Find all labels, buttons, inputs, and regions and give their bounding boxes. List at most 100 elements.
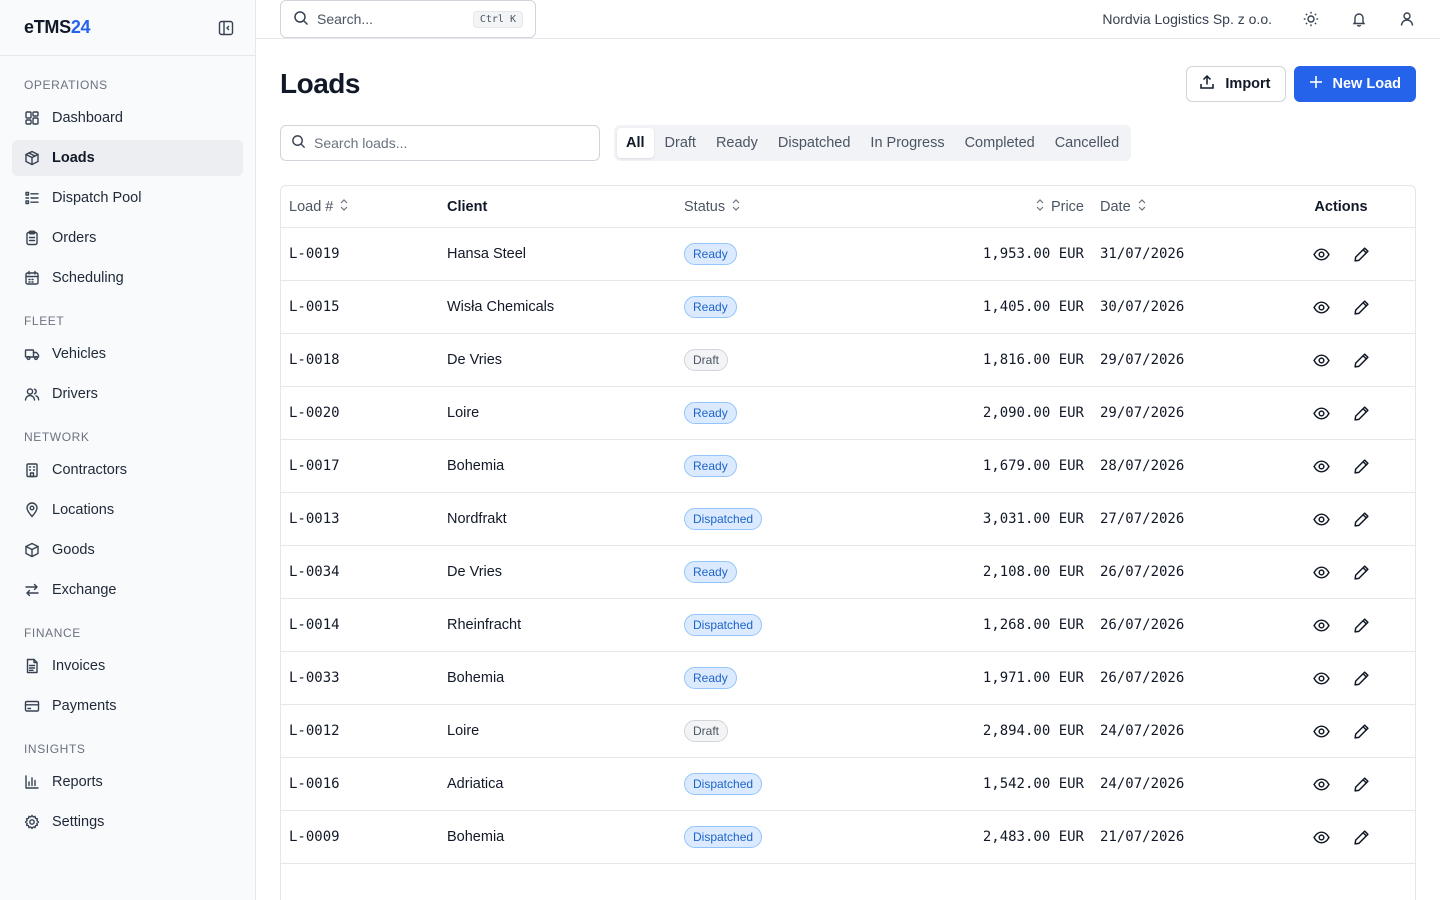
sidebar-item-invoices[interactable]: Invoices <box>12 648 243 684</box>
pencil-icon[interactable] <box>1352 616 1370 634</box>
tab-in-progress[interactable]: In Progress <box>861 128 953 158</box>
status-cell: Ready <box>676 402 866 424</box>
sidebar-section-title: FLEET <box>24 314 65 328</box>
sidebar-item-drivers[interactable]: Drivers <box>12 376 243 412</box>
table-row[interactable]: L-0009 Bohemia Dispatched 2,483.00 EUR 21/07… <box>281 811 1415 864</box>
table-row[interactable]: L-0014 Rheinfracht Dispatched 1,268.00 EUR 2… <box>281 599 1415 652</box>
eye-icon[interactable] <box>1312 404 1330 422</box>
load-column-header[interactable]: Load # <box>281 198 439 216</box>
table-row[interactable]: L-0016 Adriatica Dispatched 1,542.00 EUR 24/… <box>281 758 1415 811</box>
date-column-header[interactable]: Date <box>1100 198 1275 216</box>
eye-icon[interactable] <box>1312 828 1330 846</box>
sidebar-section-title: NETWORK <box>24 430 90 444</box>
pencil-icon[interactable] <box>1352 510 1370 528</box>
eye-icon[interactable] <box>1312 298 1330 316</box>
pencil-icon[interactable] <box>1352 245 1370 263</box>
sidebar-item-locations[interactable]: Locations <box>12 492 243 528</box>
price: 1,971.00 EUR <box>982 670 1084 686</box>
eye-icon[interactable] <box>1312 457 1330 475</box>
tab-cancelled[interactable]: Cancelled <box>1046 128 1129 158</box>
sidebar-item-label: Locations <box>52 502 115 518</box>
sidebar-item-goods[interactable]: Goods <box>12 532 243 568</box>
client-name: Loire <box>447 723 480 739</box>
tab-draft[interactable]: Draft <box>656 128 705 158</box>
load-id: L-0019 <box>289 246 340 262</box>
eye-icon[interactable] <box>1312 510 1330 528</box>
sidebar-item-loads[interactable]: Loads <box>12 140 243 176</box>
sort-icon <box>1137 198 1147 216</box>
company-name[interactable]: Nordvia Logistics Sp. z o.o. <box>1102 11 1272 27</box>
pencil-icon[interactable] <box>1352 298 1370 316</box>
eye-icon[interactable] <box>1312 351 1330 369</box>
table-row[interactable]: L-0015 Wisła Chemicals Ready 1,405.00 EUR 30… <box>281 281 1415 334</box>
status-badge: Ready <box>684 667 737 689</box>
sidebar-item-dispatch-pool[interactable]: Dispatch Pool <box>12 180 243 216</box>
eye-icon[interactable] <box>1312 722 1330 740</box>
price-column-header[interactable]: Price <box>866 198 1100 216</box>
table-row[interactable]: L-0020 Loire Ready 2,090.00 EUR 29/07/2026 <box>281 387 1415 440</box>
tab-all[interactable]: All <box>617 128 654 158</box>
table-row[interactable]: L-0017 Bohemia Ready 1,679.00 EUR 28/07/2026 <box>281 440 1415 493</box>
sun-icon[interactable] <box>1302 10 1320 28</box>
status-column-header[interactable]: Status <box>676 198 866 216</box>
eye-icon[interactable] <box>1312 563 1330 581</box>
table-row[interactable]: L-0013 Nordfrakt Dispatched 3,031.00 EUR 27/… <box>281 493 1415 546</box>
table-row[interactable]: L-0034 De Vries Ready 2,108.00 EUR 26/07/202… <box>281 546 1415 599</box>
loads-search-input[interactable]: Search loads... <box>280 125 600 161</box>
tab-ready[interactable]: Ready <box>707 128 767 158</box>
sidebar-item-orders[interactable]: Orders <box>12 220 243 256</box>
tab-dispatched[interactable]: Dispatched <box>769 128 860 158</box>
pencil-icon[interactable] <box>1352 404 1370 422</box>
status-badge: Dispatched <box>684 773 763 795</box>
sidebar-section-title: INSIGHTS <box>24 742 86 756</box>
pencil-icon[interactable] <box>1352 351 1370 369</box>
sidebar-item-settings[interactable]: Settings <box>12 804 243 840</box>
status-cell: Ready <box>676 296 866 318</box>
import-button[interactable]: Import <box>1186 66 1286 102</box>
tab-completed[interactable]: Completed <box>956 128 1044 158</box>
sidebar-header: eTMS24 <box>0 0 255 56</box>
sidebar-item-label: Settings <box>52 814 105 830</box>
sidebar-collapse-icon[interactable] <box>217 19 235 37</box>
bell-icon[interactable] <box>1350 10 1368 28</box>
eye-icon[interactable] <box>1312 245 1330 263</box>
sidebar-item-dashboard[interactable]: Dashboard <box>12 100 243 136</box>
pencil-icon[interactable] <box>1352 563 1370 581</box>
pencil-icon[interactable] <box>1352 775 1370 793</box>
new-load-button[interactable]: New Load <box>1293 66 1416 102</box>
pencil-icon[interactable] <box>1352 457 1370 475</box>
pencil-icon[interactable] <box>1352 828 1370 846</box>
price: 2,090.00 EUR <box>982 405 1084 421</box>
table-row[interactable]: L-0033 Bohemia Ready 1,971.00 EUR 26/07/2026 <box>281 652 1415 705</box>
table-row[interactable]: L-0018 De Vries Draft 1,816.00 EUR 29/07/202… <box>281 334 1415 387</box>
global-search-input[interactable]: Search... Ctrl K <box>280 0 536 38</box>
status-badge: Ready <box>684 455 737 477</box>
eye-icon[interactable] <box>1312 775 1330 793</box>
load-id: L-0012 <box>289 723 340 739</box>
sidebar-item-vehicles[interactable]: Vehicles <box>12 336 243 372</box>
eye-icon[interactable] <box>1312 616 1330 634</box>
price: 1,405.00 EUR <box>982 299 1084 315</box>
table-row[interactable]: L-0019 Hansa Steel Ready 1,953.00 EUR 31/07/… <box>281 228 1415 281</box>
table-row[interactable]: L-0012 Loire Draft 2,894.00 EUR 24/07/2026 <box>281 705 1415 758</box>
sidebar-item-reports[interactable]: Reports <box>12 764 243 800</box>
brand-logo[interactable]: eTMS24 <box>24 17 91 38</box>
pencil-icon[interactable] <box>1352 669 1370 687</box>
sidebar-item-contractors[interactable]: Contractors <box>12 452 243 488</box>
price: 1,542.00 EUR <box>982 776 1084 792</box>
sidebar-item-payments[interactable]: Payments <box>12 688 243 724</box>
sidebar-item-exchange[interactable]: Exchange <box>12 572 243 608</box>
building-icon <box>24 462 40 478</box>
eye-icon[interactable] <box>1312 669 1330 687</box>
sidebar-section-insights: INSIGHTS Reports Settings <box>12 736 243 840</box>
row-actions <box>1275 245 1415 263</box>
table-row[interactable] <box>281 864 1415 900</box>
sidebar-item-label: Vehicles <box>52 346 107 362</box>
pencil-icon[interactable] <box>1352 722 1370 740</box>
row-actions <box>1275 775 1415 793</box>
user-icon[interactable] <box>1398 10 1416 28</box>
price: 2,483.00 EUR <box>982 829 1084 845</box>
list-icon <box>24 190 40 206</box>
loads-table: Load # Client Status Price Date Actions … <box>280 185 1416 900</box>
sidebar-item-scheduling[interactable]: Scheduling <box>12 260 243 296</box>
